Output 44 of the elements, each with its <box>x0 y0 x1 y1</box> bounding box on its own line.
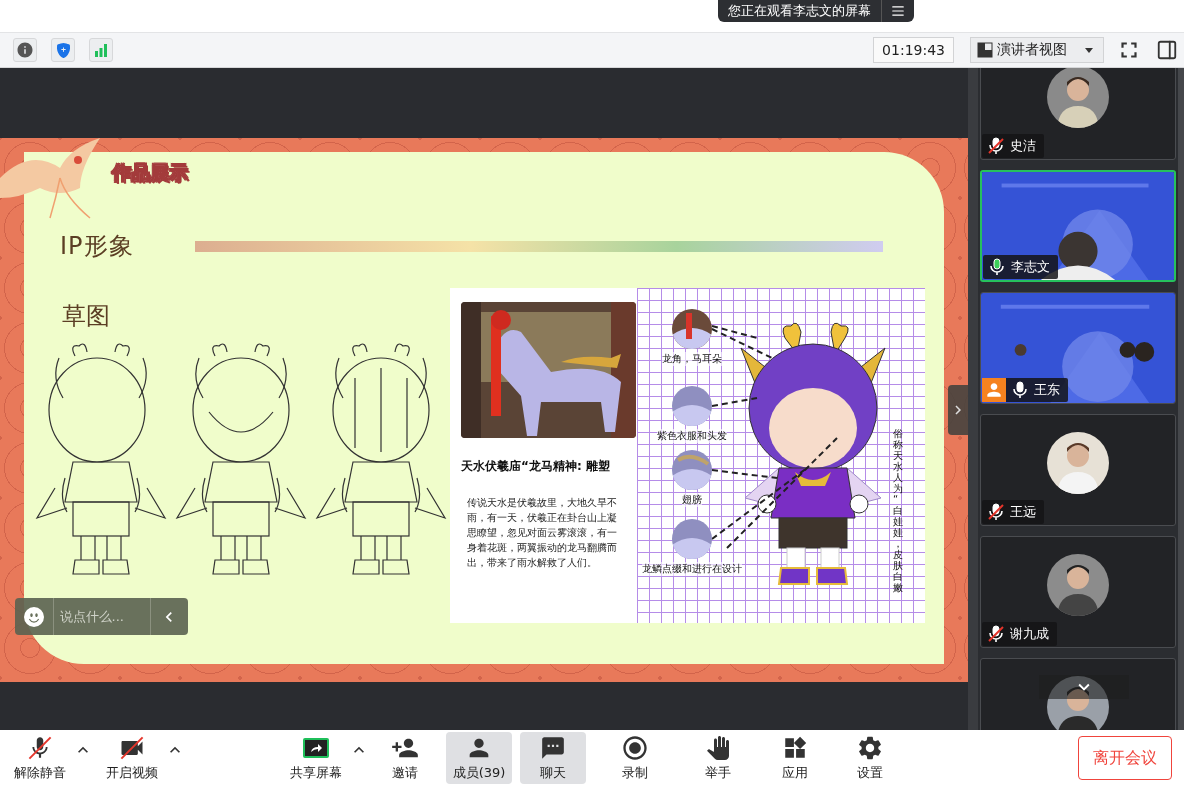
leave-button[interactable]: 离开会议 <box>1078 736 1172 780</box>
banner-text: 您正在观看李志文的屏幕 <box>727 2 872 20</box>
hand-icon <box>704 734 732 762</box>
toolbar-button[interactable]: 聊天 <box>520 732 586 784</box>
video-tile[interactable]: 谢九成 <box>980 536 1176 648</box>
vertical-note: 俗称天水人为“白娃娃，皮肤白嫩 <box>893 428 903 593</box>
toolbar-button[interactable]: 录制 <box>602 732 668 784</box>
info-icon[interactable] <box>13 38 37 62</box>
layout-icon <box>977 42 993 58</box>
toolbar-button[interactable]: 设置 <box>837 732 903 784</box>
expand-handle[interactable] <box>948 385 968 435</box>
video-tile[interactable]: 李志文 <box>980 170 1176 282</box>
photo-caption: 天水伏羲庙“龙马精神: 雕塑 <box>461 458 611 475</box>
slide-title: 作品展示 <box>112 160 188 185</box>
toolbar-button[interactable]: 共享屏幕 <box>283 732 349 784</box>
toolbar-button[interactable]: 成员(39) <box>446 732 512 784</box>
story-text: 传说天水是伏羲故里，大地久旱不雨，有一天，伏羲正在卦台山上凝思瞭望，忽见对面云雾滚滚，有一身着花斑，两翼振动的龙马翻腾而出，带来了雨水解救了人们。 <box>467 496 617 570</box>
participant-name: 李志文 <box>1011 258 1050 276</box>
view-dropdown[interactable]: 演讲者视图 <box>970 37 1104 63</box>
shield-icon[interactable] <box>51 38 75 62</box>
video-tile[interactable]: 史洁 <box>980 68 1176 160</box>
slide-subheading: 草图 <box>62 301 110 332</box>
callout-label: 紫色衣服和头发 <box>657 429 727 443</box>
caret-icon <box>1085 47 1093 53</box>
participant-name: 谢九成 <box>1010 625 1049 643</box>
callout-label: 翅膀 <box>682 493 702 507</box>
slide-heading: IP形象 <box>60 231 135 262</box>
toolbar-button[interactable]: 应用 <box>762 732 828 784</box>
record-icon <box>621 734 649 762</box>
participant-name: 史洁 <box>1010 137 1036 155</box>
meeting-timer: 01:19:43 <box>873 37 954 63</box>
callout-label: 龙角，马耳朵 <box>662 352 722 366</box>
toolbar-button[interactable]: 开启视频 <box>99 732 165 784</box>
callout-label: 龙鳞点缀和进行在设计 <box>642 562 742 576</box>
video-tile[interactable]: 王远 <box>980 414 1176 526</box>
participant-name: 王东 <box>1034 381 1060 399</box>
toolbar-button[interactable]: 邀请 <box>372 732 438 784</box>
video-tile[interactable]: 王东 <box>980 292 1176 404</box>
settings-icon <box>856 734 884 762</box>
toolbar-button[interactable]: 举手 <box>685 732 751 784</box>
leader-line <box>711 397 758 407</box>
toolbar-button[interactable]: 解除静音 <box>7 732 73 784</box>
participant-name: 王远 <box>1010 503 1036 521</box>
chat-input-field[interactable]: 说点什么... <box>15 598 188 635</box>
